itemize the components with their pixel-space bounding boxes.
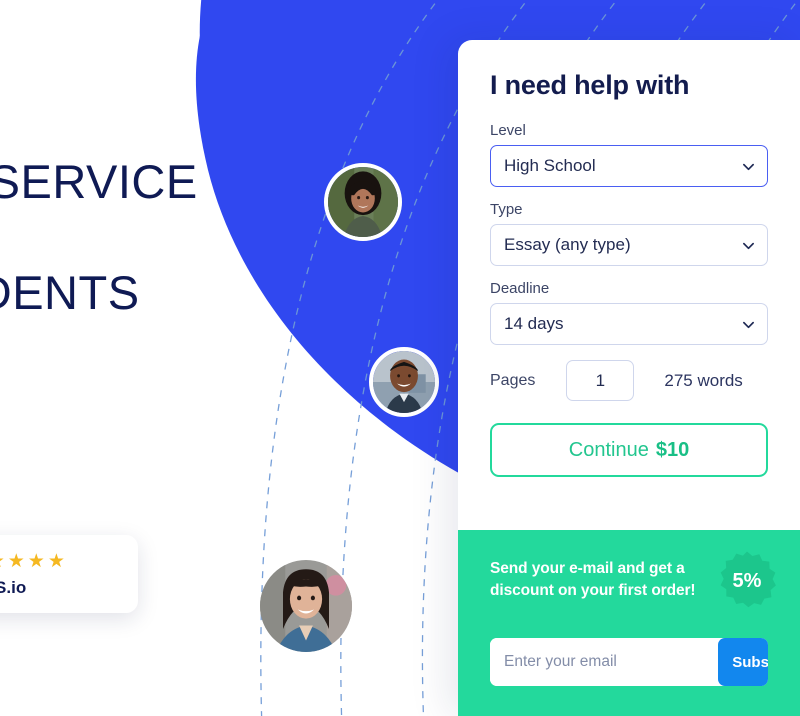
order-form-title: I need help with (490, 70, 690, 100)
reviews-badge[interactable]: 5.0 ★★★★★ REVIEWS.io (0, 535, 138, 613)
level-select[interactable]: High School (490, 145, 768, 187)
type-select-wrapper: Essay (any type) (490, 224, 768, 266)
subscribe-button[interactable]: Subscribe (718, 638, 768, 686)
order-form-body: I need help with Level High School Type … (458, 40, 800, 477)
page-title: WRITING SERVICE FOR STUDENTS (0, 126, 198, 348)
pages-input[interactable] (566, 360, 635, 401)
pages-label: Pages (490, 371, 536, 389)
landing-page: WRITING SERVICE FOR STUDENTS 5.0 ★★★★★ R… (0, 0, 800, 716)
deadline-label: Deadline (490, 280, 550, 297)
avatar-student-3 (260, 560, 352, 652)
avatar-image-2 (373, 351, 435, 413)
continue-label: Continue (568, 438, 649, 461)
discount-value: 5% (732, 569, 762, 592)
pages-row: Pages 275 words (490, 360, 768, 401)
headline-line-2: FOR STUDENTS (0, 266, 140, 319)
avatar-image-1 (328, 167, 398, 237)
reviews-brand: REVIEWS.io (0, 578, 27, 597)
word-count: 275 words (664, 370, 743, 390)
headline-line-1: WRITING SERVICE (0, 155, 198, 208)
level-label: Level (490, 122, 526, 139)
continue-button[interactable]: Continue $10 (490, 423, 768, 477)
type-select[interactable]: Essay (any type) (490, 224, 768, 266)
newsletter-form: Subscribe (490, 638, 768, 686)
newsletter-message: Send your e-mail and get a discount on y… (490, 560, 696, 599)
deadline-select[interactable]: 14 days (490, 303, 768, 345)
star-rating-icon: ★★★★★ (0, 550, 68, 572)
avatar-student-1 (324, 163, 402, 241)
discount-badge: 5% (716, 550, 778, 612)
avatar-student-2 (369, 347, 439, 417)
newsletter-section: Send your e-mail and get a discount on y… (458, 530, 800, 716)
level-select-wrapper: High School (490, 145, 768, 187)
deadline-select-wrapper: 14 days (490, 303, 768, 345)
avatar-image-3 (260, 560, 352, 652)
continue-price: $10 (655, 438, 690, 461)
order-form-card: I need help with Level High School Type … (458, 40, 800, 716)
email-input[interactable] (490, 638, 718, 686)
reviews-badge-top: 5.0 ★★★★★ (0, 549, 122, 573)
type-label: Type (490, 201, 523, 218)
